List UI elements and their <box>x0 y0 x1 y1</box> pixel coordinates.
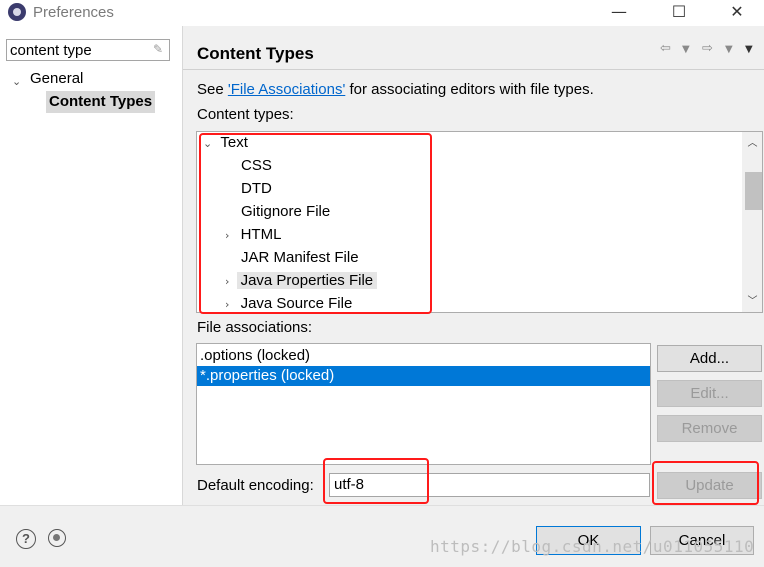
minimize-button[interactable]: — <box>595 0 643 26</box>
file-associations-label: File associations: <box>197 319 313 336</box>
help-icon[interactable]: ? <box>16 529 36 549</box>
content-types-tree[interactable]: ⌄ Text CSS DTD Gitignore File › HTML JAR… <box>196 131 763 313</box>
header-divider <box>183 69 764 70</box>
tree-item-label: HTML <box>240 226 282 243</box>
default-encoding-label: Default encoding: <box>197 477 314 494</box>
edit-button[interactable]: Edit... <box>657 380 762 407</box>
footer-divider <box>0 505 764 506</box>
filter-text: content type <box>10 42 92 59</box>
tree-item-java-properties[interactable]: › Java Properties File <box>225 270 378 292</box>
page-title: Content Types <box>197 44 314 63</box>
view-menu-icon[interactable]: ▼ <box>745 44 753 55</box>
chevron-right-icon[interactable]: › <box>225 298 229 311</box>
chevron-down-icon[interactable]: ⌄ <box>12 72 21 89</box>
file-associations-link[interactable]: 'File Associations' <box>228 81 345 98</box>
content-types-label: Content types: <box>197 106 294 123</box>
clear-filter-icon[interactable]: ✎ <box>153 43 165 55</box>
see-suffix: for associating editors with file types. <box>345 81 594 98</box>
add-button[interactable]: Add... <box>657 345 762 372</box>
scroll-up-icon[interactable]: ︿ <box>746 134 759 149</box>
title-bar: Preferences — ☐ ✕ <box>0 0 764 26</box>
close-button[interactable]: ✕ <box>713 0 761 26</box>
list-item[interactable]: .options (locked) <box>197 346 650 366</box>
tree-item-css[interactable]: CSS <box>241 155 272 177</box>
forward-dropdown-icon[interactable]: ▼ <box>725 44 733 55</box>
maximize-button[interactable]: ☐ <box>655 0 703 26</box>
tree-item-label: Java Properties File <box>236 272 378 289</box>
scrollbar-thumb[interactable] <box>745 172 762 210</box>
chevron-right-icon[interactable]: › <box>225 229 229 242</box>
see-file-associations-text: See 'File Associations' for associating … <box>197 81 594 98</box>
update-button[interactable]: Update <box>657 472 762 499</box>
sidebar-item-content-types[interactable]: Content Types <box>46 91 156 113</box>
tree-item-dtd[interactable]: DTD <box>241 178 272 200</box>
list-item[interactable]: *.properties (locked) <box>197 366 650 386</box>
tree-item-text[interactable]: ⌄ Text <box>203 132 248 154</box>
tree-scrollbar[interactable]: ︿ ﹀ <box>742 132 762 312</box>
tree-item-gitignore[interactable]: Gitignore File <box>241 201 330 223</box>
watermark-text: https://blog.csdn.net/u011055110 <box>430 537 755 556</box>
window-title: Preferences <box>33 4 114 21</box>
back-dropdown-icon[interactable]: ▼ <box>682 44 690 55</box>
tree-item-html[interactable]: › HTML <box>225 224 281 246</box>
tree-item-label: Java Source File <box>240 295 353 312</box>
chevron-right-icon[interactable]: › <box>225 275 229 288</box>
record-macro-icon[interactable] <box>48 529 66 547</box>
default-encoding-input[interactable]: utf-8 <box>329 473 650 497</box>
file-associations-list[interactable]: .options (locked) *.properties (locked) <box>196 343 651 465</box>
eclipse-app-icon <box>8 3 26 21</box>
tree-item-java-source[interactable]: › Java Source File <box>225 293 353 312</box>
see-prefix: See <box>197 81 228 98</box>
forward-arrow-icon[interactable]: ⇨ <box>702 41 713 56</box>
back-arrow-icon[interactable]: ⇦ <box>660 41 671 56</box>
tree-item-jar-manifest[interactable]: JAR Manifest File <box>241 247 359 269</box>
sidebar-item-general[interactable]: General <box>30 70 83 87</box>
filter-input[interactable]: content type ✎ <box>6 39 170 61</box>
chevron-down-icon[interactable]: ⌄ <box>203 137 212 150</box>
tree-item-label: Text <box>220 134 248 151</box>
remove-button[interactable]: Remove <box>657 415 762 442</box>
scroll-down-icon[interactable]: ﹀ <box>746 292 759 307</box>
